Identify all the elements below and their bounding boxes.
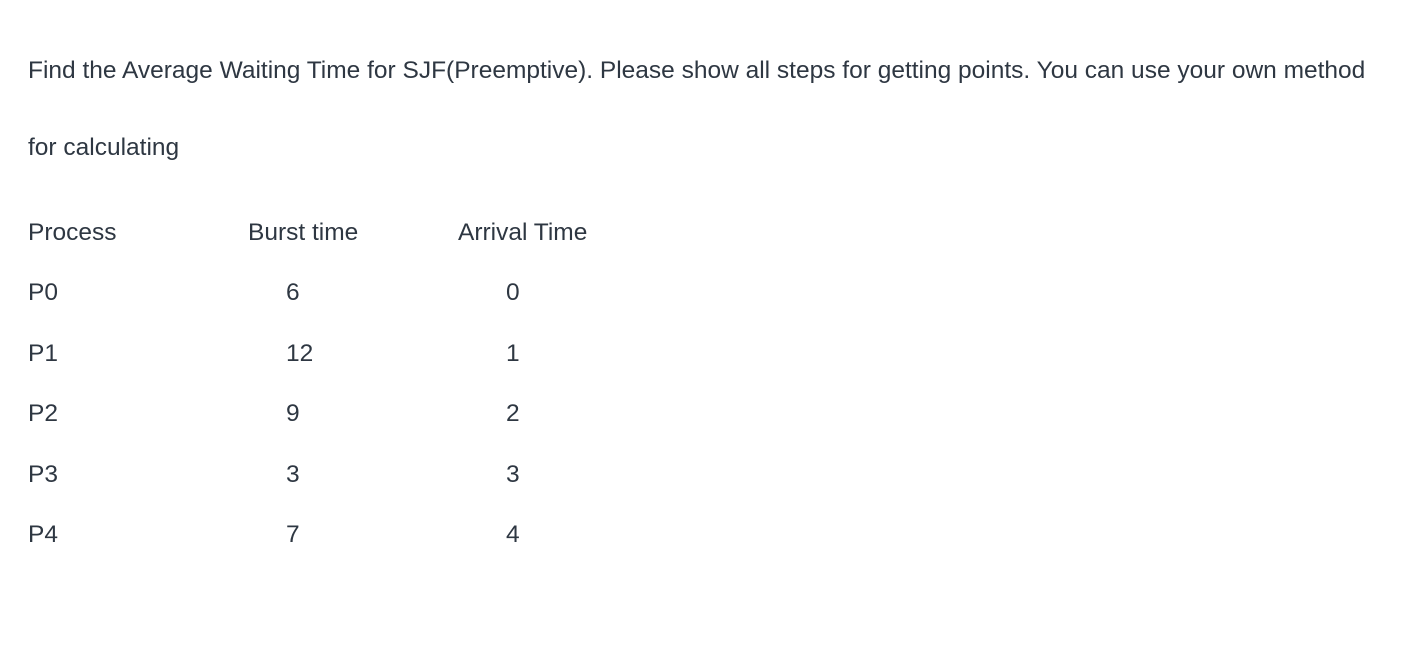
cell-process: P1 bbox=[28, 342, 248, 367]
table-row: P1 12 1 bbox=[28, 324, 1384, 385]
document-page: Find the Average Waiting Time for SJF(Pr… bbox=[0, 0, 1412, 594]
cell-process: P2 bbox=[28, 402, 248, 427]
cell-burst-time: 3 bbox=[248, 463, 496, 488]
header-process: Process bbox=[28, 221, 248, 246]
cell-process: P0 bbox=[28, 281, 248, 306]
cell-arrival-time: 0 bbox=[496, 281, 766, 306]
table-row: P2 9 2 bbox=[28, 384, 1384, 445]
process-table: Process Burst time Arrival Time P0 6 0 P… bbox=[28, 203, 1384, 566]
cell-arrival-time: 1 bbox=[496, 342, 766, 367]
table-header-row: Process Burst time Arrival Time bbox=[28, 203, 1384, 264]
cell-burst-time: 9 bbox=[248, 402, 496, 427]
question-paragraph-2: for calculating bbox=[28, 125, 1384, 170]
table-row: P0 6 0 bbox=[28, 263, 1384, 324]
table-row: P4 7 4 bbox=[28, 505, 1384, 566]
cell-arrival-time: 3 bbox=[496, 463, 766, 488]
cell-burst-time: 7 bbox=[248, 523, 496, 548]
cell-burst-time: 6 bbox=[248, 281, 496, 306]
cell-arrival-time: 4 bbox=[496, 523, 766, 548]
cell-process: P3 bbox=[28, 463, 248, 488]
header-burst-time: Burst time bbox=[248, 221, 458, 246]
cell-burst-time: 12 bbox=[248, 342, 496, 367]
cell-arrival-time: 2 bbox=[496, 402, 766, 427]
table-row: P3 3 3 bbox=[28, 445, 1384, 506]
cell-process: P4 bbox=[28, 523, 248, 548]
question-paragraph-1: Find the Average Waiting Time for SJF(Pr… bbox=[28, 48, 1384, 93]
header-arrival-time: Arrival Time bbox=[458, 221, 718, 246]
